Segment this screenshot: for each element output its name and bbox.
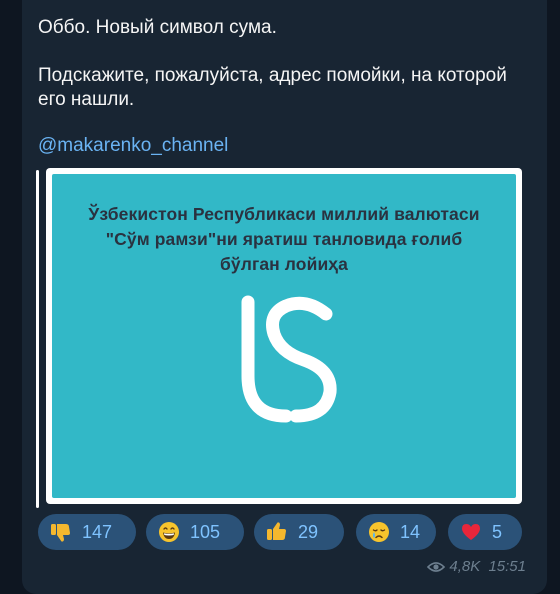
red-heart-icon (462, 524, 480, 540)
reaction-thumbs-up[interactable]: 29 (254, 514, 344, 550)
message-time: 15:51 (488, 558, 526, 575)
thumbs-up-icon (267, 522, 286, 540)
image-background: Ўзбекистон Республикаси миллий валютаси … (52, 174, 516, 498)
thumbs-down-icon (51, 524, 70, 542)
crying-face-icon (369, 522, 389, 542)
image-preview[interactable]: Ўзбекистон Республикаси миллий валютаси … (46, 168, 522, 504)
image-title-line-3: бўлган лойиҳа (220, 254, 348, 274)
quote-bar (36, 170, 39, 508)
reaction-count: 147 (82, 522, 113, 542)
eye-icon (427, 562, 446, 572)
reaction-count: 5 (492, 522, 503, 542)
reaction-red-heart[interactable]: 5 (448, 514, 522, 550)
image-title: Ўзбекистон Республикаси миллий валютаси … (52, 202, 516, 277)
message-text-line-1: Оббо. Новый символ сума. (38, 17, 277, 38)
reaction-crying-face[interactable]: 14 (356, 514, 436, 550)
sum-symbol-logo-icon (241, 295, 337, 423)
reactions-bar: 147 105 29 14 5 (38, 514, 522, 550)
image-title-line-1: Ўзбекистон Республикаси миллий валютаси (88, 204, 480, 224)
view-count: 4,8K (449, 558, 481, 575)
reaction-thumbs-down[interactable]: 147 (38, 514, 136, 550)
reaction-grinning-face[interactable]: 105 (146, 514, 244, 550)
grinning-face-icon (159, 522, 179, 542)
reaction-count: 14 (400, 522, 421, 542)
message-text-line-2: Подскажите, пожалуйста, адрес помойки, н… (38, 65, 507, 110)
reaction-count: 29 (298, 522, 319, 542)
channel-link[interactable]: @makarenko_channel (38, 134, 228, 158)
reaction-count: 105 (190, 522, 221, 542)
message-meta: 4,8K 15:51 (427, 557, 526, 577)
image-title-line-2: "Сўм рамзи"ни яратиш танловида ғолиб (105, 229, 463, 249)
